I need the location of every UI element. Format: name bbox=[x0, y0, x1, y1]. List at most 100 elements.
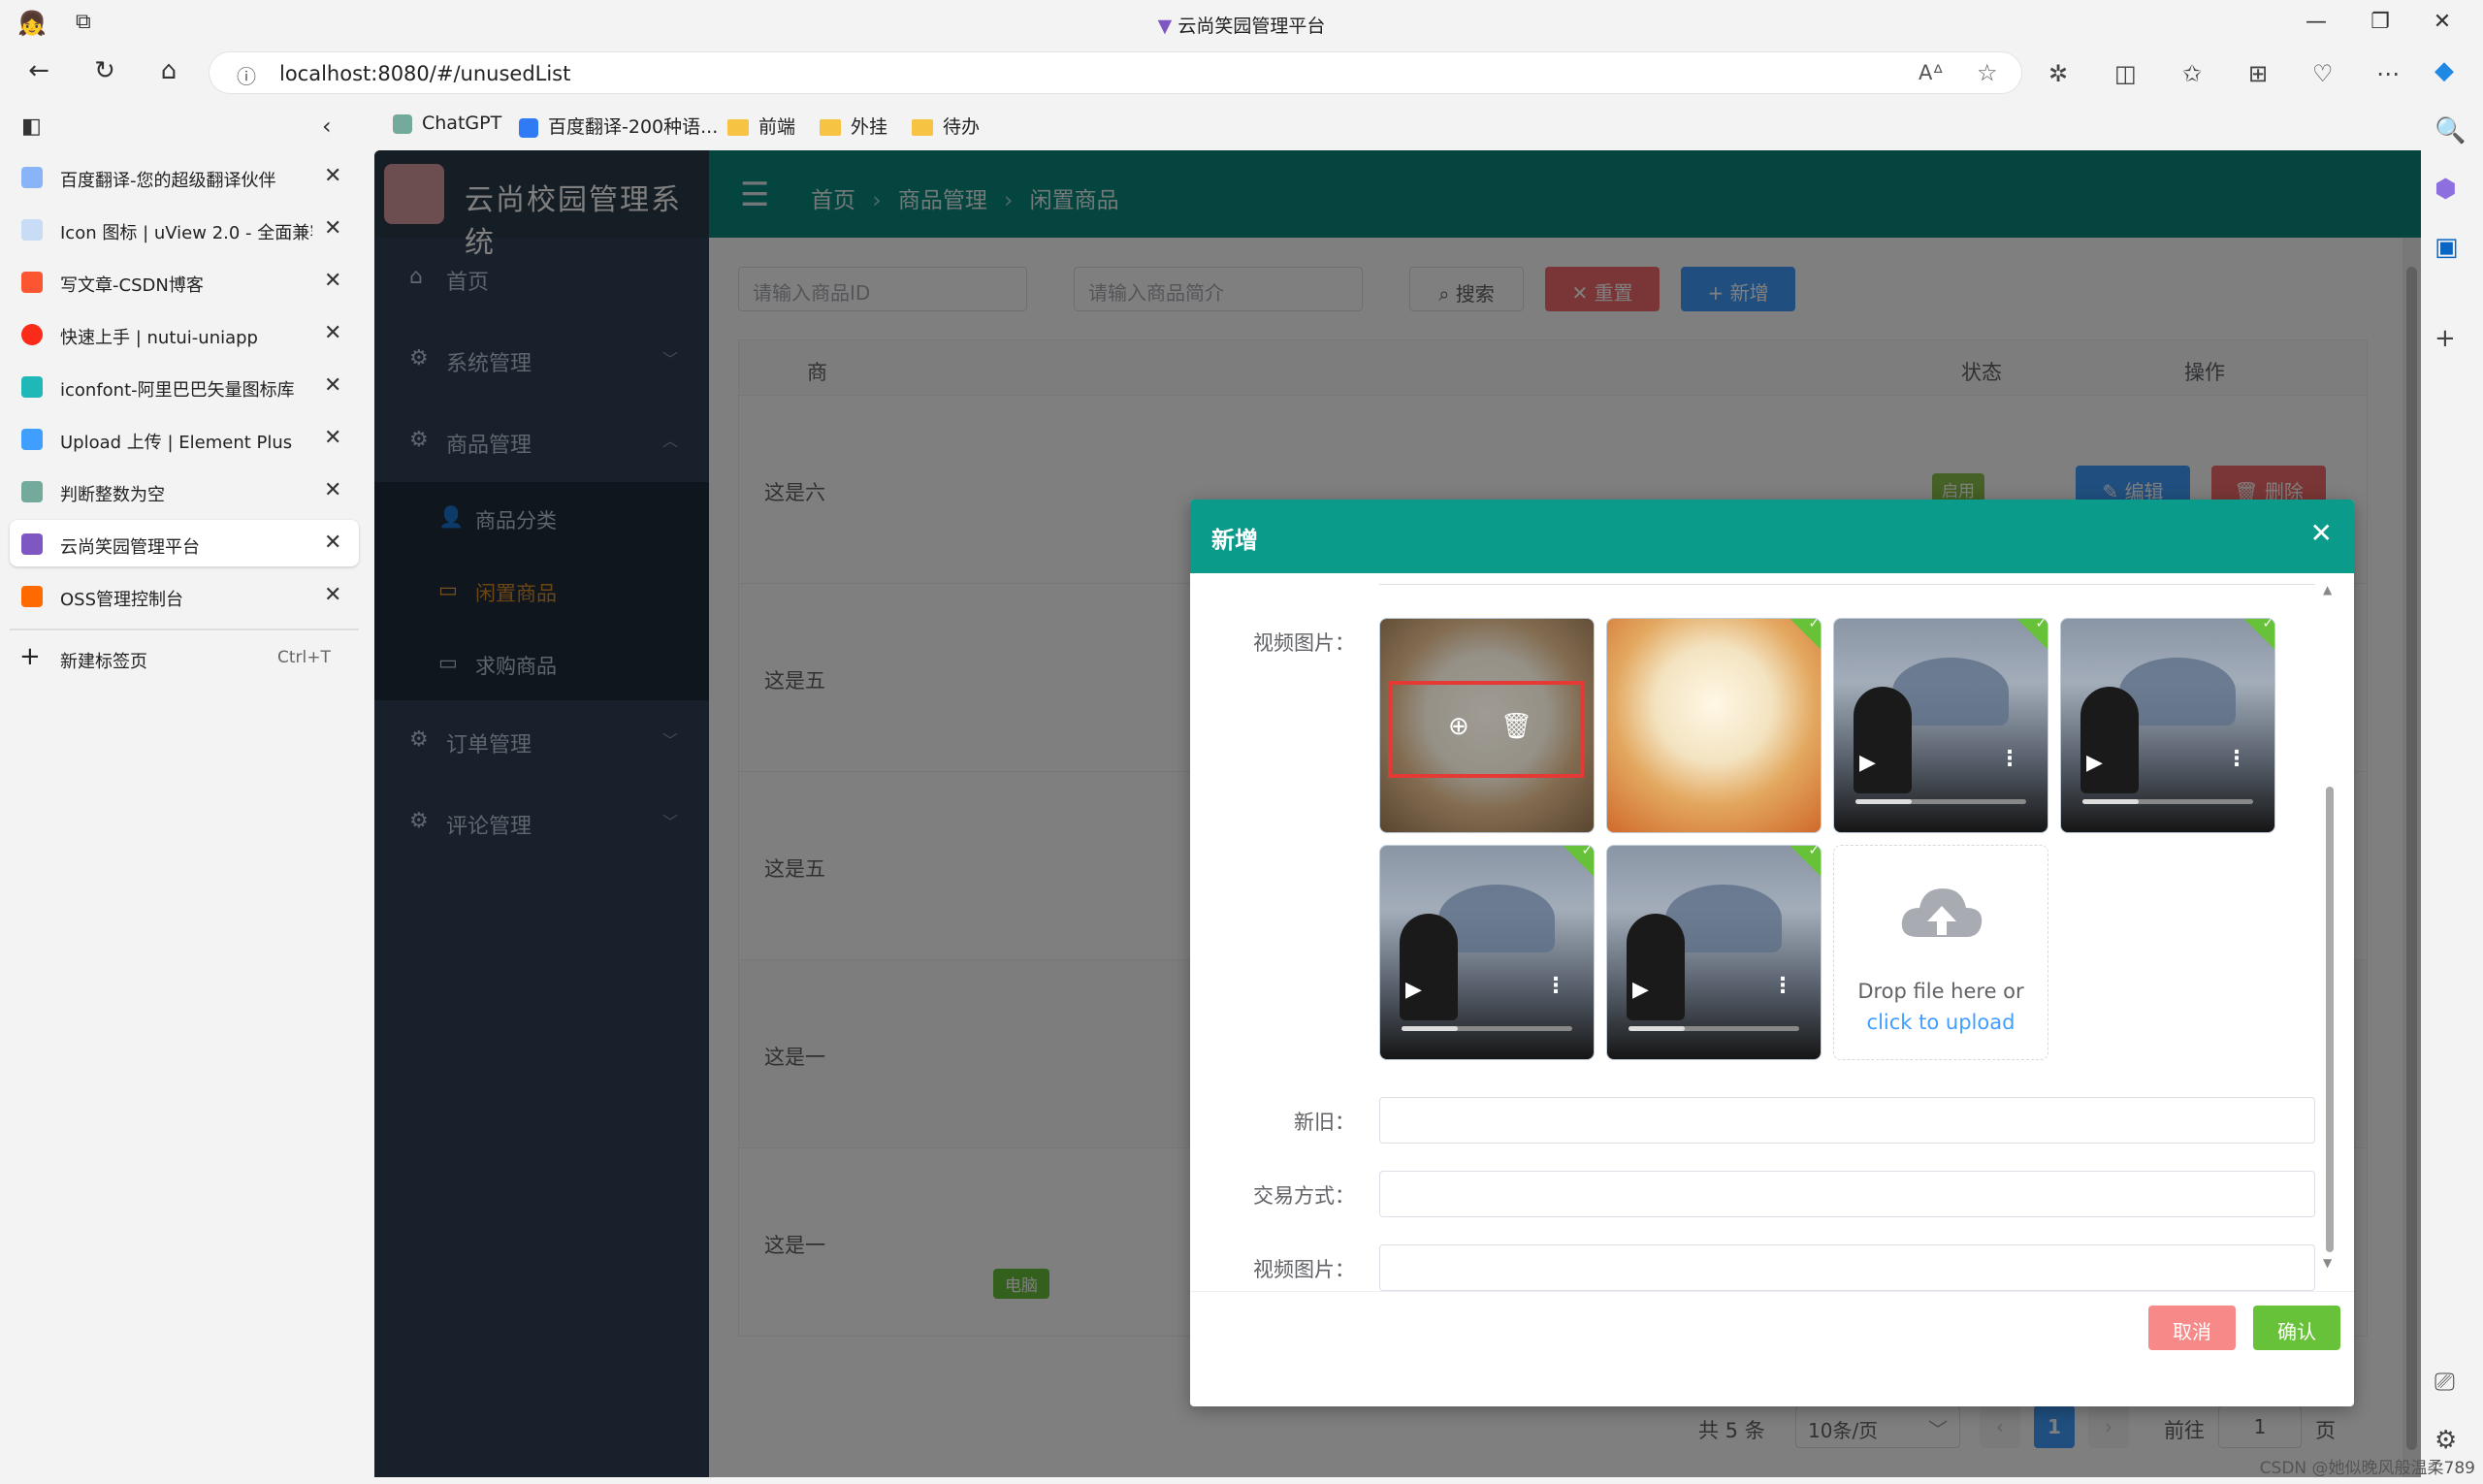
close-tab-icon[interactable]: ✕ bbox=[324, 216, 341, 241]
read-aloud-icon[interactable]: Aᐞ bbox=[1919, 61, 1944, 84]
annotation-highlight-box bbox=[1388, 681, 1584, 778]
bookmark-folder-todo[interactable]: 待办 bbox=[912, 113, 980, 139]
play-icon[interactable]: ▶ bbox=[2086, 751, 2103, 775]
close-tab-icon[interactable]: ✕ bbox=[324, 269, 341, 293]
split-screen-icon[interactable]: ◫ bbox=[2114, 60, 2137, 87]
video-progress[interactable] bbox=[2082, 799, 2253, 804]
more-options-icon[interactable]: ⋮ bbox=[1545, 974, 1566, 998]
address-bar[interactable]: ⓘ localhost:8080/#/unusedList Aᐞ ☆ bbox=[209, 51, 2022, 94]
scroll-down-icon[interactable]: ▼ bbox=[2323, 1256, 2332, 1270]
uploaded-video[interactable]: ▶ ⋮ ✓ bbox=[1606, 845, 1822, 1060]
tab-item-active[interactable]: 云尚笑园管理平台 ✕ bbox=[10, 520, 359, 566]
condition-input[interactable] bbox=[1379, 1097, 2315, 1144]
uploaded-video[interactable]: ▶ ⋮ ✓ bbox=[1833, 618, 2048, 833]
play-icon[interactable]: ▶ bbox=[1405, 978, 1422, 1002]
screenshot-icon[interactable]: ⎚ bbox=[2435, 1368, 2455, 1398]
tab-item[interactable]: 判断整数为空 ✕ bbox=[10, 468, 359, 514]
minimize-icon[interactable]: — bbox=[2297, 10, 2336, 34]
uploaded-video[interactable]: ▶ ⋮ ✓ bbox=[1379, 845, 1595, 1060]
uploaded-video[interactable]: ▶ ⋮ ✓ bbox=[2060, 618, 2275, 833]
window-title: ▼ 云尚笑园管理平台 bbox=[1157, 16, 1326, 37]
restore-icon[interactable]: ❐ bbox=[2361, 10, 2400, 34]
video-progress[interactable] bbox=[1628, 1026, 1799, 1031]
tab-favicon-icon bbox=[21, 429, 43, 450]
video-progress[interactable] bbox=[1855, 799, 2026, 804]
bookmark-folder-plugins[interactable]: 外挂 bbox=[820, 113, 887, 139]
close-tab-icon[interactable]: ✕ bbox=[324, 478, 341, 502]
upload-success-badge: ✓ bbox=[1786, 846, 1821, 878]
tab-favicon-icon bbox=[21, 481, 43, 502]
check-icon: ✓ bbox=[2262, 618, 2274, 631]
new-tab-button[interactable]: + 新建标签页 Ctrl+T bbox=[10, 634, 359, 681]
close-tab-icon[interactable]: ✕ bbox=[324, 531, 341, 555]
check-icon: ✓ bbox=[1581, 845, 1594, 858]
close-tab-icon[interactable]: ✕ bbox=[324, 321, 341, 345]
media-label-2: 视频图片： bbox=[1253, 1258, 1355, 1281]
confirm-button[interactable]: 确认 bbox=[2253, 1306, 2340, 1350]
bookmark-baidu-translate[interactable]: 百度翻译-200种语... bbox=[519, 113, 718, 139]
favorites-icon[interactable]: ✩ bbox=[2182, 60, 2202, 87]
upload-dropzone[interactable]: Drop file here or click to upload bbox=[1833, 845, 2048, 1060]
tab-favicon-icon bbox=[21, 219, 43, 241]
translate-icon bbox=[519, 117, 538, 138]
tab-item[interactable]: 百度翻译-您的超级翻译伙伴 ✕ bbox=[10, 153, 359, 200]
reload-icon[interactable]: ↻ bbox=[85, 56, 124, 85]
close-tab-icon[interactable]: ✕ bbox=[324, 426, 341, 450]
uploaded-image[interactable]: ✓ bbox=[1606, 618, 1822, 833]
games-icon[interactable]: ⬢ bbox=[2435, 175, 2457, 204]
dialog-close-icon[interactable]: ✕ bbox=[2310, 517, 2333, 549]
edge-sidebar: ◆ 🔍 ⬢ ▣ + ⎚ ⚙ bbox=[2415, 48, 2483, 1484]
favorite-star-icon[interactable]: ☆ bbox=[1977, 59, 1998, 86]
tab-item[interactable]: iconfont-阿里巴巴矢量图标库 ✕ bbox=[10, 363, 359, 409]
site-info-icon[interactable]: ⓘ bbox=[237, 61, 256, 89]
browser-essentials-icon[interactable]: ♡ bbox=[2312, 60, 2334, 87]
close-tab-icon[interactable]: ✕ bbox=[324, 583, 341, 607]
tab-item[interactable]: Icon 图标 | uView 2.0 - 全面兼容 ✕ bbox=[10, 206, 359, 252]
bookmark-chatgpt[interactable]: ChatGPT bbox=[393, 113, 501, 134]
search-icon[interactable]: 🔍 bbox=[2435, 116, 2466, 145]
address-row: ← ↻ ⌂ ⓘ localhost:8080/#/unusedList Aᐞ ☆… bbox=[0, 48, 2483, 99]
add-dialog: 新增 ✕ 视频图片： ⊕ 🗑 ✓ ▶ ⋮ ✓ ▶ ⋮ ✓ ▶ ⋮ ✓ ▶ ⋮ ✓ bbox=[1190, 500, 2354, 1406]
trade-method-input[interactable] bbox=[1379, 1171, 2315, 1217]
tab-panel-icon[interactable]: ◧ bbox=[21, 114, 42, 139]
collapse-panel-icon[interactable]: ‹ bbox=[322, 113, 332, 140]
dialog-scrollbar[interactable]: ▲ ▼ bbox=[2323, 583, 2337, 1272]
browser-titlebar: 👧 ⧉ ▼ 云尚笑园管理平台 — ❐ ✕ bbox=[0, 0, 2483, 48]
previous-field-edge bbox=[1379, 573, 2315, 585]
folder-icon bbox=[912, 119, 933, 136]
cancel-button[interactable]: 取消 bbox=[2148, 1306, 2236, 1350]
add-sidebar-app-icon[interactable]: + bbox=[2435, 324, 2456, 353]
check-icon: ✓ bbox=[1808, 618, 1821, 631]
back-icon[interactable]: ← bbox=[19, 56, 58, 85]
scroll-up-icon[interactable]: ▲ bbox=[2323, 583, 2332, 597]
scrollbar-thumb[interactable] bbox=[2326, 787, 2334, 1252]
upload-link[interactable]: click to upload bbox=[1834, 1011, 2048, 1034]
outlook-icon[interactable]: ▣ bbox=[2435, 233, 2459, 262]
close-window-icon[interactable]: ✕ bbox=[2423, 10, 2462, 34]
tab-favicon-icon bbox=[21, 324, 43, 345]
settings-gear-icon[interactable]: ⚙ bbox=[2435, 1426, 2457, 1455]
tab-item[interactable]: 快速上手 | nutui-uniapp ✕ bbox=[10, 310, 359, 357]
close-tab-icon[interactable]: ✕ bbox=[324, 373, 341, 398]
upload-success-badge: ✓ bbox=[2240, 618, 2274, 651]
bookmark-folder-frontend[interactable]: 前端 bbox=[727, 113, 795, 139]
chatgpt-icon bbox=[393, 113, 412, 134]
more-options-icon[interactable]: ⋮ bbox=[2226, 747, 2247, 771]
tab-item[interactable]: 写文章-CSDN博客 ✕ bbox=[10, 258, 359, 305]
collections-icon[interactable]: ⊞ bbox=[2248, 60, 2268, 87]
extensions-icon[interactable]: ✲ bbox=[2048, 60, 2068, 87]
play-icon[interactable]: ▶ bbox=[1859, 751, 1876, 775]
home-icon[interactable]: ⌂ bbox=[149, 56, 188, 85]
media-label: 视频图片： bbox=[1253, 631, 1355, 655]
more-menu-icon[interactable]: ⋯ bbox=[2376, 60, 2400, 87]
play-icon[interactable]: ▶ bbox=[1632, 978, 1649, 1002]
close-tab-icon[interactable]: ✕ bbox=[324, 164, 341, 188]
uploaded-image[interactable]: ⊕ 🗑 bbox=[1379, 618, 1595, 833]
tab-item[interactable]: OSS管理控制台 ✕ bbox=[10, 572, 359, 619]
video-progress[interactable] bbox=[1402, 1026, 1572, 1031]
more-options-icon[interactable]: ⋮ bbox=[1772, 974, 1793, 998]
more-options-icon[interactable]: ⋮ bbox=[1999, 747, 2020, 771]
tab-item[interactable]: Upload 上传 | Element Plus ✕ bbox=[10, 415, 359, 462]
media-url-input[interactable] bbox=[1379, 1244, 2315, 1291]
copilot-icon[interactable]: ◆ bbox=[2435, 56, 2454, 85]
